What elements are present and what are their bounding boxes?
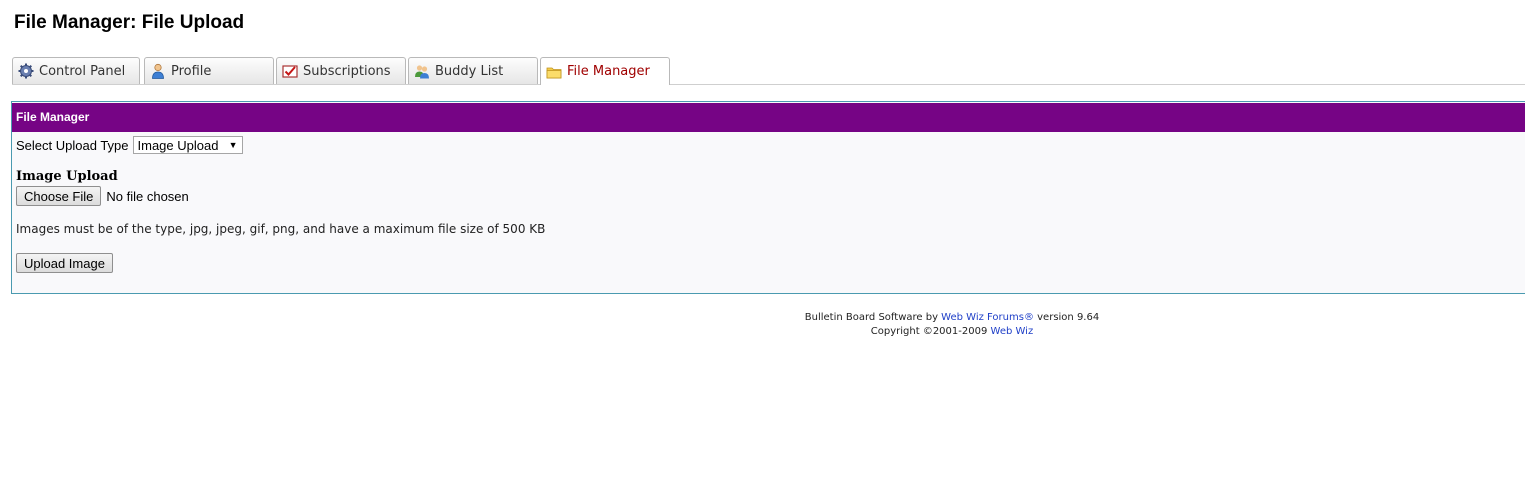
tab-label: Control Panel — [39, 63, 126, 79]
tab-label: File Manager — [567, 64, 650, 79]
dropdown-arrow-icon: ▼ — [228, 140, 238, 150]
page-title: File Manager: File Upload — [14, 12, 245, 33]
tab-buddy-list[interactable]: Buddy List — [408, 57, 538, 84]
choose-file-button[interactable]: Choose File — [16, 186, 102, 206]
footer-version: version 9.64 — [1037, 312, 1100, 323]
tab-profile[interactable]: Profile — [144, 57, 274, 84]
tab-bar: Control Panel Profile Subscriptions Budd… — [12, 57, 1525, 85]
footer-line-2: Copyright ©2001-2009 Web Wiz — [801, 325, 1103, 339]
tab-label: Profile — [171, 63, 212, 79]
gear-icon — [18, 63, 34, 79]
section-title: Image Upload — [16, 169, 118, 184]
tab-subscriptions[interactable]: Subscriptions — [276, 57, 406, 84]
footer: Bulletin Board Software by Web Wiz Forum… — [801, 311, 1103, 339]
upload-info-text: Images must be of the type, jpg, jpeg, g… — [16, 222, 546, 236]
tab-label: Subscriptions — [303, 63, 391, 79]
file-manager-panel: File Manager Select Upload Type Image Up… — [11, 101, 1525, 294]
web-wiz-forums-link[interactable]: Web Wiz Forums® — [941, 312, 1034, 323]
upload-type-select[interactable]: Image Upload ▼ — [132, 136, 243, 154]
file-input-row: Choose File No file chosen — [16, 186, 189, 206]
footer-copyright: Copyright ©2001-2009 — [870, 326, 988, 337]
footer-text: Bulletin Board Software by — [804, 312, 938, 323]
user-icon — [152, 63, 164, 79]
panel-header: File Manager — [12, 103, 1525, 132]
buddies-icon — [415, 65, 429, 79]
folder-icon — [546, 67, 562, 78]
upload-type-row: Select Upload Type Image Upload ▼ — [16, 136, 243, 154]
tab-label: Buddy List — [435, 63, 504, 79]
no-file-text: No file chosen — [106, 188, 189, 204]
footer-line-1: Bulletin Board Software by Web Wiz Forum… — [801, 311, 1103, 325]
checklist-icon — [282, 65, 298, 78]
tab-file-manager[interactable]: File Manager — [540, 57, 670, 85]
upload-type-label: Select Upload Type — [16, 137, 129, 153]
upload-type-value: Image Upload — [137, 137, 219, 153]
upload-image-button[interactable]: Upload Image — [16, 253, 113, 273]
web-wiz-link[interactable]: Web Wiz — [991, 326, 1034, 337]
tab-control-panel[interactable]: Control Panel — [12, 57, 140, 84]
